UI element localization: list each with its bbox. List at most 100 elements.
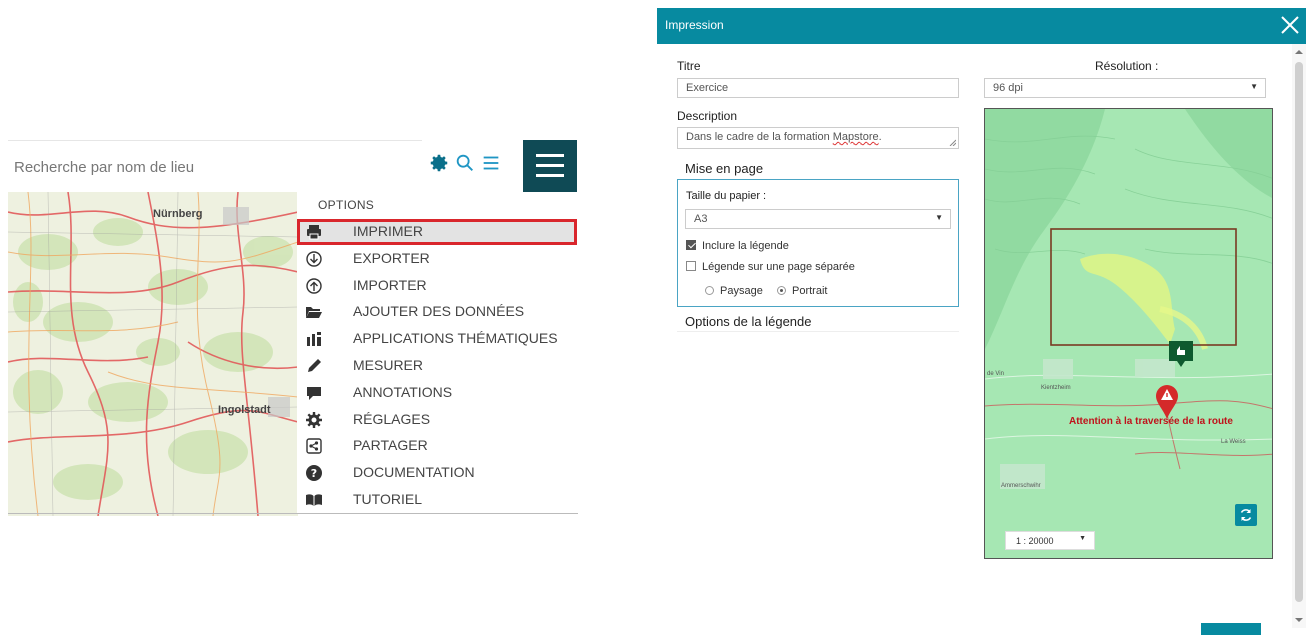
menu-item-mesurer[interactable]: MESURER bbox=[297, 353, 577, 379]
print-button[interactable] bbox=[1201, 623, 1261, 635]
menu-item-label: DOCUMENTATION bbox=[353, 464, 475, 481]
portrait-label: Portrait bbox=[792, 285, 828, 297]
burger-bar bbox=[536, 174, 564, 177]
refresh-icon bbox=[1240, 509, 1252, 521]
caret-down-icon: ▼ bbox=[1250, 82, 1258, 91]
dashboard-icon bbox=[307, 332, 321, 347]
menu-list-icon[interactable] bbox=[480, 152, 502, 174]
scroll-up-icon[interactable] bbox=[1295, 48, 1303, 56]
share-icon bbox=[306, 438, 322, 455]
menu-item-label: IMPRIMER bbox=[353, 223, 423, 239]
menu-item-label: EXPORTER bbox=[353, 249, 430, 266]
menu-item-label: ANNOTATIONS bbox=[353, 383, 453, 400]
scale-select[interactable]: 1 : 20000 ▼ bbox=[1005, 531, 1095, 550]
menu-item-label: APPLICATIONS THÉMATIQUES bbox=[353, 330, 558, 347]
resolution-label: Résolution : bbox=[1095, 59, 1159, 73]
comment-icon bbox=[307, 386, 321, 400]
search-input[interactable] bbox=[14, 153, 314, 181]
title-label: Titre bbox=[677, 59, 701, 73]
menu-item-partager[interactable]: PARTAGER bbox=[297, 433, 577, 459]
scroll-thumb[interactable] bbox=[1295, 62, 1303, 602]
separate-legend-checkbox[interactable]: Légende sur une page séparée bbox=[686, 261, 855, 273]
burger-menu-button[interactable] bbox=[523, 140, 577, 192]
print-dialog: Impression Titre Exercice Description Da… bbox=[657, 8, 1306, 635]
layout-heading: Mise en page bbox=[685, 161, 764, 176]
menu-item-exporter[interactable]: EXPORTER bbox=[297, 246, 577, 272]
menu-item-label: IMPORTER bbox=[353, 276, 427, 293]
layout-panel: Taille du papier : A3 ▼ Inclure la légen… bbox=[677, 179, 959, 307]
resolution-select[interactable]: 96 dpi ▼ bbox=[984, 78, 1266, 98]
gear-icon[interactable] bbox=[428, 152, 450, 174]
radio-icon bbox=[777, 286, 786, 295]
search-icon[interactable] bbox=[454, 152, 476, 174]
place-label-de-vin: de Vin bbox=[987, 371, 1004, 377]
close-icon[interactable] bbox=[1278, 13, 1302, 37]
search-bar bbox=[8, 140, 422, 192]
orientation-landscape-radio[interactable]: Paysage bbox=[705, 285, 763, 297]
caret-down-icon: ▼ bbox=[1079, 535, 1086, 542]
dialog-header: Impression bbox=[657, 8, 1306, 44]
resolution-value: 96 dpi bbox=[993, 82, 1023, 94]
menu-item-tutoriel[interactable]: TUTORIEL bbox=[297, 487, 577, 513]
menu-item-label: PARTAGER bbox=[353, 437, 428, 454]
upload-circle-icon bbox=[306, 277, 322, 294]
include-legend-label: Inclure la légende bbox=[702, 240, 789, 252]
menu-item-réglages[interactable]: RÉGLAGES bbox=[297, 407, 577, 433]
menu-item-label: AJOUTER DES DONNÉES bbox=[353, 303, 525, 320]
menu-item-label: TUTORIEL bbox=[353, 491, 422, 507]
print-preview-map[interactable]: de Vin Kientzheim La Weiss Ammerschwihr … bbox=[984, 108, 1273, 559]
separate-legend-label: Légende sur une page séparée bbox=[702, 261, 855, 273]
folder-open-icon bbox=[306, 307, 322, 319]
orientation-portrait-radio[interactable]: Portrait bbox=[777, 285, 827, 297]
preview-map-graphic bbox=[985, 109, 1272, 558]
scale-value: 1 : 20000 bbox=[1016, 536, 1054, 546]
menu-item-importer[interactable]: IMPORTER bbox=[297, 273, 577, 299]
resize-grip-icon[interactable] bbox=[949, 139, 956, 146]
paper-size-label: Taille du papier : bbox=[686, 190, 767, 202]
scrollbar[interactable] bbox=[1292, 44, 1306, 628]
map-background[interactable]: Nürnberg Ingolstadt bbox=[8, 192, 298, 516]
place-label-kientzheim: Kientzheim bbox=[1041, 385, 1071, 391]
menu-item-annotations[interactable]: ANNOTATIONS bbox=[297, 380, 577, 406]
title-input[interactable]: Exercice bbox=[677, 78, 959, 98]
landscape-label: Paysage bbox=[720, 285, 763, 297]
gear-icon bbox=[306, 411, 322, 428]
burger-bar bbox=[536, 154, 564, 157]
description-label: Description bbox=[677, 109, 738, 123]
description-spellcheck-word: Mapstore bbox=[832, 131, 879, 143]
include-legend-checkbox[interactable]: Inclure la légende bbox=[686, 240, 789, 252]
menu-item-ajouter-des-données[interactable]: AJOUTER DES DONNÉES bbox=[297, 299, 577, 325]
map-roads bbox=[8, 192, 298, 516]
menu-item-applications-thématiques[interactable]: APPLICATIONS THÉMATIQUES bbox=[297, 326, 577, 352]
place-label-ammerschwihr: Ammerschwihr bbox=[1001, 483, 1041, 489]
road-warning-label: Attention à la traversée de la route bbox=[1069, 416, 1233, 427]
description-textarea[interactable]: Dans le cadre de la formation Mapstore. bbox=[677, 127, 959, 149]
refresh-button[interactable] bbox=[1235, 504, 1257, 526]
menu-item-documentation[interactable]: ? DOCUMENTATION bbox=[297, 460, 577, 486]
radio-icon bbox=[705, 286, 714, 295]
description-text-end: . bbox=[878, 131, 882, 143]
menu-item-label: MESURER bbox=[353, 357, 424, 373]
map-label-nurnberg: Nürnberg bbox=[153, 208, 203, 220]
question-circle-icon: ? bbox=[306, 465, 322, 482]
pencil-icon bbox=[308, 359, 321, 372]
scroll-down-icon[interactable] bbox=[1295, 616, 1303, 624]
dialog-title: Impression bbox=[665, 18, 724, 32]
checkbox-icon bbox=[686, 261, 696, 271]
burger-bar bbox=[536, 164, 564, 167]
options-menu: OPTIONS IMPRIMER EXPORTER IMPORTER AJOUTER … bbox=[297, 192, 577, 514]
book-icon bbox=[306, 494, 322, 506]
divider bbox=[677, 331, 959, 332]
caret-down-icon: ▼ bbox=[935, 213, 943, 222]
left-panel: Nürnberg Ingolstadt OPTIONS IMPRIMER EXPO… bbox=[8, 140, 578, 516]
paper-size-select[interactable]: A3 ▼ bbox=[685, 209, 951, 229]
checkbox-icon bbox=[686, 240, 696, 250]
place-label-la-weiss: La Weiss bbox=[1221, 439, 1246, 445]
printer-icon bbox=[307, 225, 321, 240]
svg-text:?: ? bbox=[311, 467, 317, 480]
download-circle-icon bbox=[306, 251, 322, 267]
legend-options-toggle[interactable]: Options de la légende bbox=[685, 314, 811, 329]
description-text: Dans le cadre de la formation bbox=[686, 131, 833, 143]
menu-item-label: RÉGLAGES bbox=[353, 410, 431, 427]
menu-item-imprimer[interactable]: IMPRIMER bbox=[297, 219, 577, 245]
